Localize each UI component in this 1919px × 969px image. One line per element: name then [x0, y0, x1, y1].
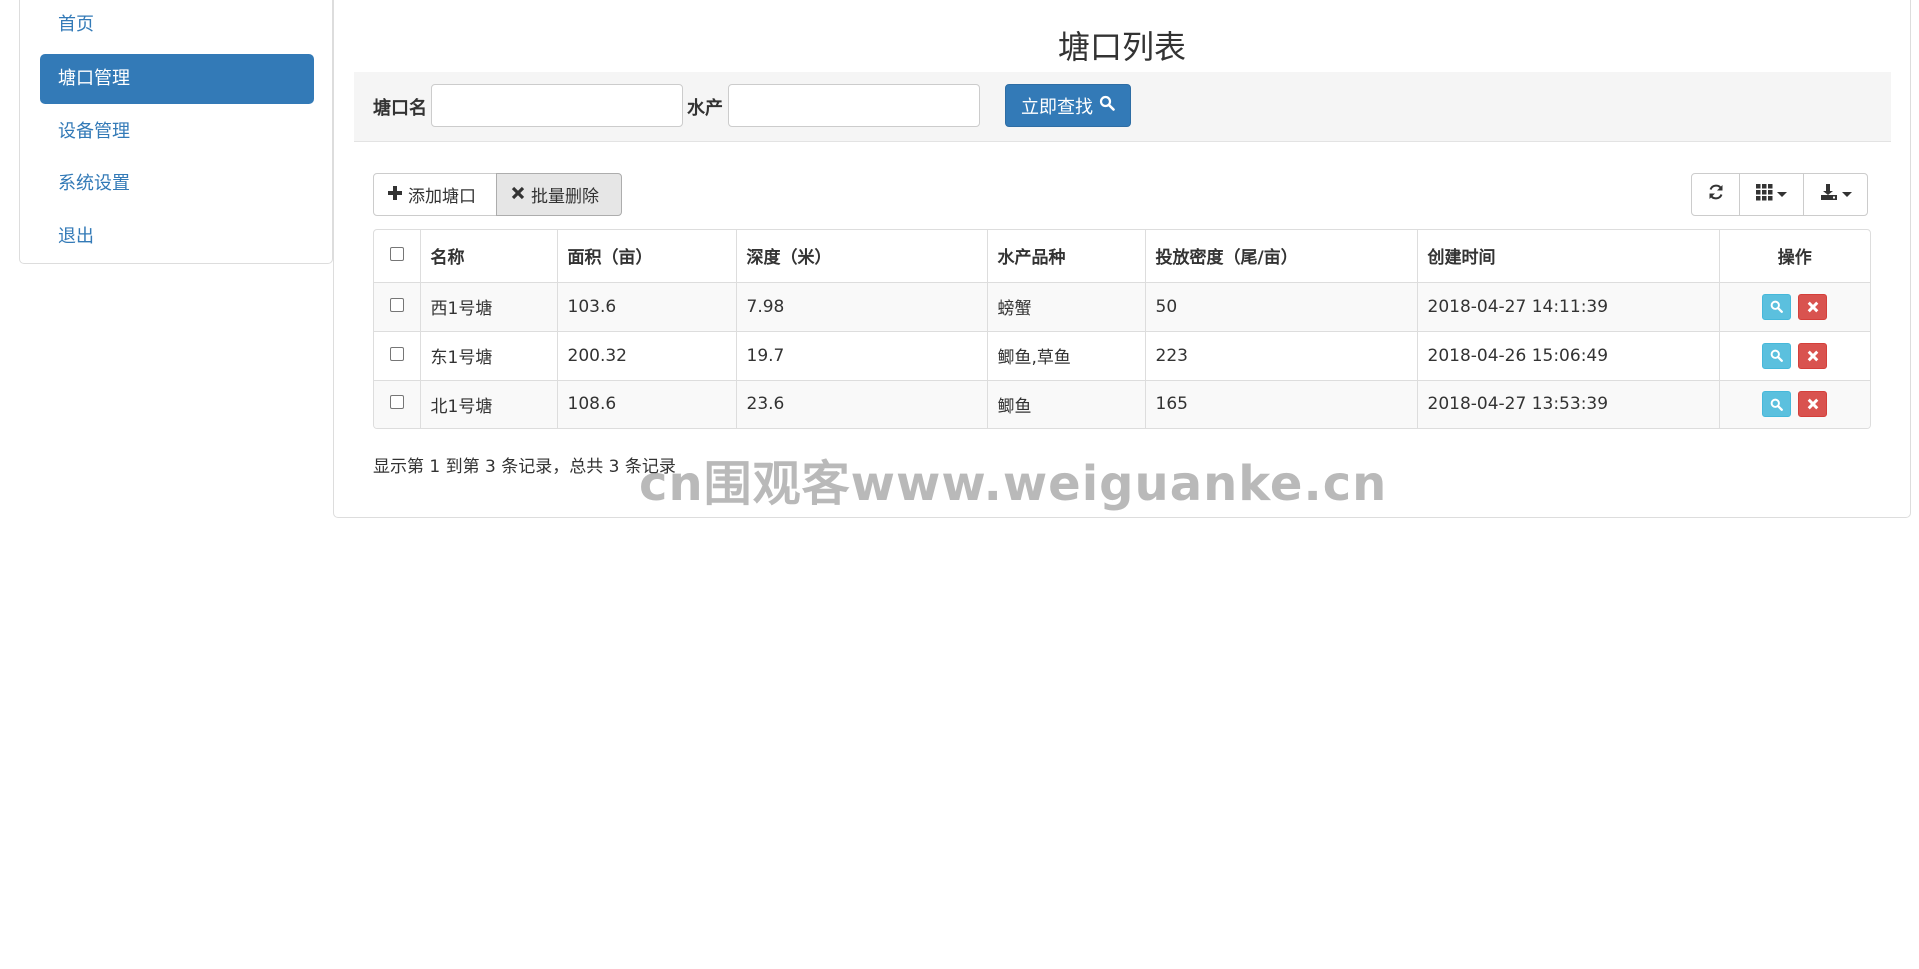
sidebar-item-device-management[interactable]: 设备管理 [40, 107, 314, 157]
close-icon [1807, 398, 1819, 410]
add-pond-button[interactable]: 添加塘口 [373, 173, 497, 216]
watermark: cn围观客www.weiguanke.cn [639, 456, 1388, 512]
column-header-depth[interactable]: 深度（米） [736, 230, 988, 283]
column-header-area[interactable]: 面积（亩） [557, 230, 737, 283]
main-panel: 塘口列表 塘口名 水产 立即查找 添加塘口 批量删除 名称 面积（亩） 深度（米… [333, 0, 1911, 518]
aquatic-input[interactable] [728, 84, 980, 127]
cell-density: 50 [1145, 282, 1418, 332]
pond-table: 名称 面积（亩） 深度（米） 水产品种 投放密度（尾/亩） 创建时间 操作 西1… [373, 229, 1871, 429]
view-button[interactable] [1762, 293, 1792, 320]
column-header-name[interactable]: 名称 [420, 230, 558, 283]
column-header-actions: 操作 [1719, 230, 1870, 283]
search-icon [1770, 349, 1783, 362]
column-header-species[interactable]: 水产品种 [987, 230, 1146, 283]
cell-area: 103.6 [557, 282, 737, 332]
cell-depth: 23.6 [736, 380, 988, 428]
cell-species: 螃蟹 [987, 282, 1146, 332]
cell-actions [1719, 282, 1870, 332]
cell-name: 西1号塘 [420, 282, 558, 332]
close-icon [1807, 350, 1819, 361]
delete-button[interactable] [1798, 293, 1828, 320]
grid-icon [1756, 183, 1773, 206]
cell-area: 108.6 [557, 380, 737, 428]
row-checkbox[interactable] [389, 395, 404, 410]
search-icon [1770, 398, 1783, 411]
delete-button[interactable] [1798, 391, 1828, 418]
sidebar: 首页 塘口管理 设备管理 系统设置 退出 [19, 0, 333, 264]
pond-name-label: 塘口名 [373, 98, 427, 119]
refresh-icon [1707, 183, 1725, 206]
cell-depth: 7.98 [736, 282, 988, 332]
view-button[interactable] [1762, 391, 1792, 418]
search-icon [1099, 95, 1115, 116]
search-icon [1770, 300, 1783, 313]
cell-created: 2018-04-27 13:53:39 [1417, 380, 1720, 428]
row-checkbox[interactable] [389, 297, 404, 312]
columns-toggle-button[interactable] [1739, 173, 1804, 216]
chevron-down-icon [1841, 192, 1852, 197]
page-title: 塘口列表 [1057, 28, 1186, 66]
export-button[interactable] [1803, 173, 1868, 216]
sidebar-item-pond-management[interactable]: 塘口管理 [40, 54, 314, 104]
cell-actions [1719, 380, 1870, 428]
cell-species: 鲫鱼 [987, 380, 1146, 428]
close-icon [1807, 301, 1819, 312]
cell-species: 鲫鱼,草鱼 [987, 331, 1146, 381]
aquatic-label: 水产 [687, 98, 723, 119]
table-row: 北1号塘 108.6 23.6 鲫鱼 165 2018-04-27 13:53:… [374, 380, 1870, 428]
cell-created: 2018-04-27 14:11:39 [1417, 282, 1720, 332]
chevron-down-icon [1777, 192, 1787, 197]
plus-icon [388, 185, 402, 205]
cell-name: 东1号塘 [420, 331, 558, 381]
cell-name: 北1号塘 [420, 380, 558, 428]
batch-delete-button[interactable]: 批量删除 [496, 173, 622, 216]
table-row: 西1号塘 103.6 7.98 螃蟹 50 2018-04-27 14:11:3… [374, 282, 1870, 332]
table-row: 东1号塘 200.32 19.7 鲫鱼,草鱼 223 2018-04-26 15… [374, 331, 1870, 381]
delete-button[interactable] [1798, 342, 1828, 369]
table-header-row: 名称 面积（亩） 深度（米） 水产品种 投放密度（尾/亩） 创建时间 操作 [374, 230, 1870, 283]
search-bar: 塘口名 水产 立即查找 [354, 72, 1891, 142]
refresh-button[interactable] [1691, 173, 1740, 216]
table-tools [1691, 173, 1868, 216]
cell-area: 200.32 [557, 331, 737, 381]
cell-depth: 19.7 [736, 331, 988, 381]
cell-actions [1719, 331, 1870, 381]
select-all-checkbox[interactable] [389, 246, 404, 261]
column-header-density[interactable]: 投放密度（尾/亩） [1145, 230, 1418, 283]
view-button[interactable] [1762, 342, 1792, 369]
batch-delete-label: 批量删除 [531, 187, 599, 207]
add-pond-label: 添加塘口 [408, 187, 476, 207]
cell-created: 2018-04-26 15:06:49 [1417, 331, 1720, 381]
cell-density: 165 [1145, 380, 1418, 428]
row-checkbox[interactable] [389, 346, 404, 361]
cell-density: 223 [1145, 331, 1418, 381]
search-button-label: 立即查找 [1021, 96, 1093, 118]
search-button[interactable]: 立即查找 [1005, 84, 1131, 127]
sidebar-item-logout[interactable]: 退出 [40, 212, 314, 262]
close-icon [511, 185, 525, 205]
pond-name-input[interactable] [431, 84, 683, 127]
pagination-summary: 显示第 1 到第 3 条记录，总共 3 条记录 [373, 457, 676, 477]
export-icon [1820, 183, 1838, 206]
column-header-created[interactable]: 创建时间 [1417, 230, 1720, 283]
sidebar-item-home[interactable]: 首页 [40, 0, 314, 50]
toolbar-actions: 添加塘口 批量删除 [373, 173, 622, 216]
sidebar-item-system-settings[interactable]: 系统设置 [40, 159, 314, 209]
